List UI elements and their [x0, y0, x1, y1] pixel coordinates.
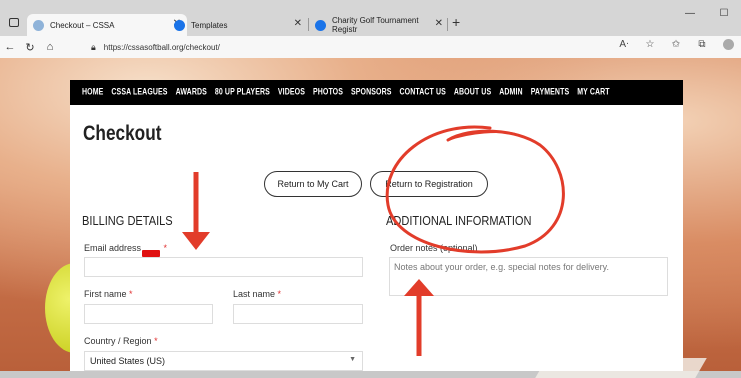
- country-select[interactable]: United States (US) ▼: [84, 351, 363, 371]
- email-field[interactable]: [84, 257, 363, 277]
- menu-item-admin[interactable]: ADMIN: [499, 88, 522, 97]
- email-label-text: Email address: [84, 243, 142, 253]
- tab-title: Checkout – CSSA: [50, 20, 115, 30]
- tab-title: Templates: [191, 20, 228, 30]
- main-menu: HOME CSSA LEAGUES AWARDS 80 UP PLAYERS V…: [70, 80, 683, 105]
- return-to-registration-button[interactable]: Return to Registration: [370, 171, 488, 197]
- tab-icon: [315, 19, 326, 31]
- favorites-icon[interactable]: ✩: [663, 39, 689, 53]
- close-icon[interactable]: ✕: [294, 18, 302, 29]
- menu-item-videos[interactable]: VIDEOS: [278, 88, 305, 97]
- return-to-cart-button[interactable]: Return to My Cart: [264, 171, 362, 197]
- maximize-icon[interactable]: ☐: [707, 8, 741, 19]
- redaction-mark: [142, 250, 160, 257]
- menu-item-about[interactable]: ABOUT US: [454, 88, 491, 97]
- lock-icon[interactable]: 🔒︎: [91, 42, 96, 53]
- menu-item-cart[interactable]: MY CART: [577, 88, 609, 97]
- back-icon[interactable]: ←: [0, 41, 20, 53]
- profile-icon[interactable]: [715, 39, 741, 53]
- home-icon[interactable]: ⌂: [40, 41, 60, 53]
- first-name-label: First name *: [84, 289, 133, 299]
- required-mark: *: [163, 243, 168, 253]
- menu-item-photos[interactable]: PHOTOS: [313, 88, 343, 97]
- menu-item-sponsors[interactable]: SPONSORS: [351, 88, 391, 97]
- checkout-page: HOME CSSA LEAGUES AWARDS 80 UP PLAYERS V…: [70, 80, 683, 371]
- close-icon[interactable]: ✕: [435, 18, 443, 29]
- menu-item-payments[interactable]: PAYMENTS: [531, 88, 570, 97]
- url-text: https://cssasoftball.org/checkout/: [103, 42, 220, 52]
- order-notes-label: Order notes (optional): [390, 243, 478, 253]
- order-notes-field[interactable]: Notes about your order, e.g. special not…: [389, 257, 668, 296]
- country-value: United States (US): [90, 356, 166, 366]
- browser-toolbar: ← ↻ ⌂ 🔒︎ https://cssasoftball.org/checko…: [0, 36, 741, 58]
- menu-item-home[interactable]: HOME: [82, 88, 103, 97]
- menu-item-leagues[interactable]: CSSA LEAGUES: [111, 88, 167, 97]
- read-aloud-icon[interactable]: Aᐧ: [611, 39, 637, 53]
- collections-icon[interactable]: ⧉: [689, 39, 715, 53]
- menu-item-contact[interactable]: CONTACT US: [400, 88, 446, 97]
- country-label: Country / Region *: [84, 336, 158, 346]
- browser-tab-bar: Checkout – CSSA ✕ Templates ✕ Charity Go…: [0, 0, 741, 36]
- tab-templates[interactable]: Templates ✕: [168, 14, 308, 36]
- billing-heading: BILLING DETAILS: [82, 213, 173, 228]
- last-name-field[interactable]: [233, 304, 363, 324]
- required-mark: *: [154, 336, 158, 346]
- last-name-label: Last name *: [233, 289, 281, 299]
- menu-item-awards[interactable]: AWARDS: [176, 88, 207, 97]
- address-bar[interactable]: 🔒︎ https://cssasoftball.org/checkout/: [87, 38, 587, 56]
- tab-checkout[interactable]: Checkout – CSSA ✕: [27, 14, 187, 36]
- country-label-text: Country / Region: [84, 336, 152, 346]
- tab-title: Charity Golf Tournament Registr: [332, 16, 419, 34]
- last-name-label-text: Last name: [233, 289, 276, 299]
- favorite-icon[interactable]: ☆: [637, 39, 663, 53]
- first-name-label-text: First name: [84, 289, 127, 299]
- browser-actions: Aᐧ ☆ ✩ ⧉: [611, 39, 741, 53]
- menu-item-80-up[interactable]: 80 UP PLAYERS: [215, 88, 270, 97]
- required-mark: *: [129, 289, 133, 299]
- minimize-icon[interactable]: —: [673, 8, 707, 19]
- new-tab-icon[interactable]: +: [452, 14, 460, 30]
- sidebar-icon[interactable]: [9, 18, 19, 27]
- tab-icon: [33, 19, 44, 31]
- tab-icon: [174, 19, 185, 31]
- additional-info-heading: ADDITIONAL INFORMATION: [386, 213, 532, 228]
- page-title: Checkout: [83, 122, 162, 145]
- required-mark: *: [277, 289, 282, 299]
- chevron-down-icon: ▼: [349, 356, 356, 363]
- first-name-field[interactable]: [84, 304, 213, 324]
- window-controls: — ☐: [673, 8, 741, 19]
- reload-icon[interactable]: ↻: [20, 41, 40, 54]
- tab-golf[interactable]: Charity Golf Tournament Registr ✕: [309, 14, 449, 36]
- tab-separator: [447, 18, 448, 31]
